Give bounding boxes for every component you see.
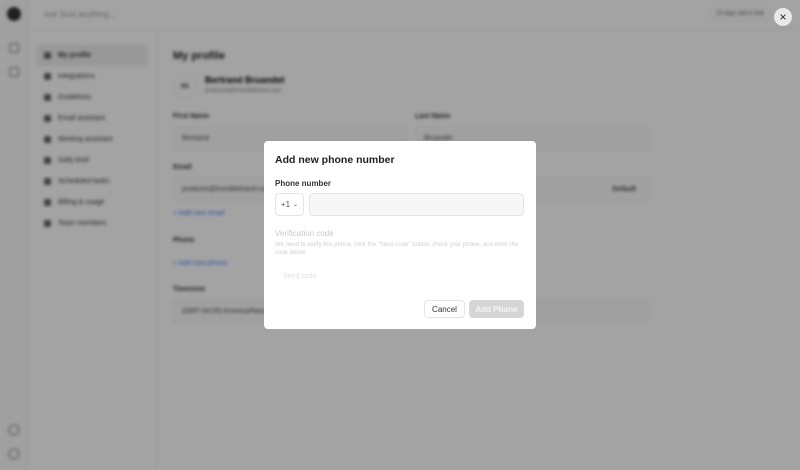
country-code-value: +1 (280, 200, 291, 209)
chevron-down-icon: ⌄ (293, 202, 299, 208)
add-phone-dialog: Add new phone number Phone number +1 ⌄ Ve… (264, 141, 536, 329)
phone-number-input[interactable] (309, 193, 524, 216)
send-code-button[interactable]: Send code (275, 270, 324, 283)
close-button[interactable]: × (774, 8, 792, 26)
dialog-title: Add new phone number (275, 154, 395, 166)
verification-description: We need to verify this phone, click the … (275, 242, 519, 256)
verification-code-label: Verification code (275, 229, 334, 238)
phone-number-label: Phone number (275, 179, 332, 188)
country-code-select[interactable]: +1 ⌄ (275, 193, 304, 216)
add-phone-button[interactable]: Add Phone (469, 300, 524, 318)
cancel-button[interactable]: Cancel (424, 300, 465, 318)
